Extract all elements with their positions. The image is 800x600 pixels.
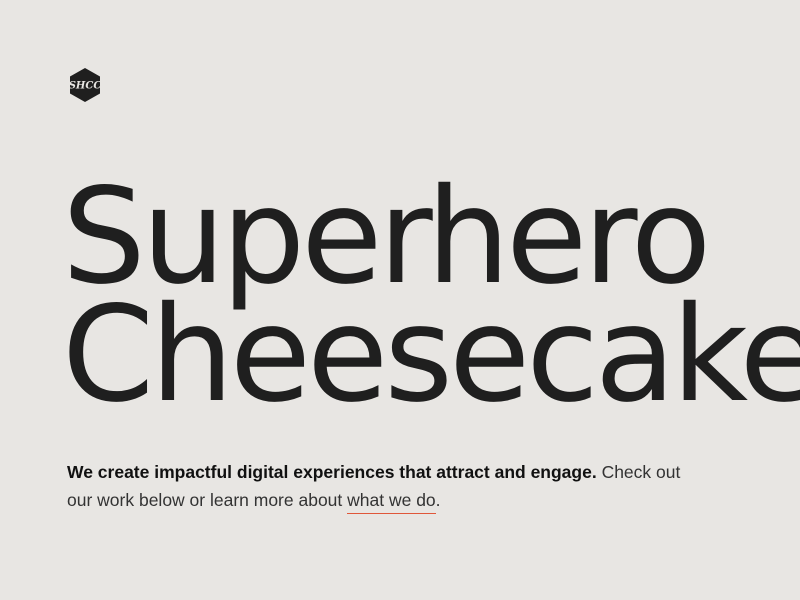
page: SHCC Superhero Cheesecake We create impa… <box>0 0 800 600</box>
brand-logo-link[interactable]: SHCC <box>67 67 103 103</box>
hero-title-line-2: Cheesecake <box>62 278 800 432</box>
what-we-do-link[interactable]: what we do <box>347 490 436 514</box>
intro-paragraph: We create impactful digital experiences … <box>67 458 707 514</box>
brand-logo-icon: SHCC <box>69 68 102 102</box>
hero-title: Superhero Cheesecake <box>62 171 800 432</box>
intro-text-end: . <box>435 490 441 510</box>
svg-text:SHCC: SHCC <box>69 81 102 92</box>
intro-bold-text: We create impactful digital experiences … <box>67 462 597 482</box>
